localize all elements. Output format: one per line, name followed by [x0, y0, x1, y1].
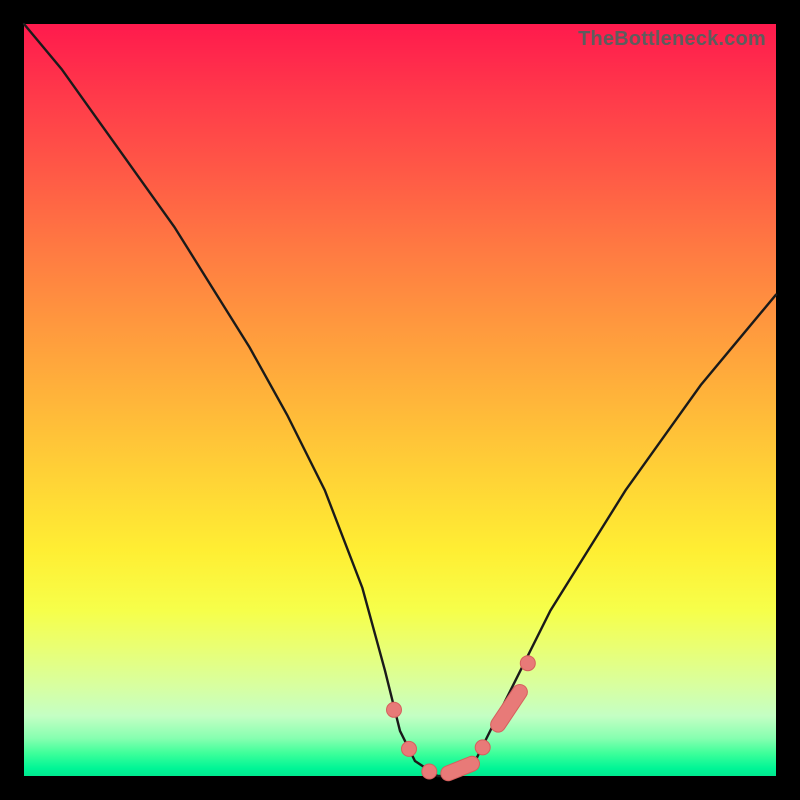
curve-marker: [520, 656, 535, 671]
curve-marker: [475, 740, 490, 755]
curve-marker: [387, 702, 402, 717]
curve-markers: [387, 656, 536, 783]
curve-marker: [422, 764, 437, 779]
curve-marker-pill: [488, 682, 531, 735]
chart-svg: [24, 24, 776, 776]
watermark-text: TheBottleneck.com: [578, 28, 766, 51]
chart-frame: TheBottleneck.com: [24, 24, 776, 776]
bottleneck-curve: [24, 24, 776, 776]
curve-marker: [402, 741, 417, 756]
curve-marker-pill: [439, 754, 482, 783]
